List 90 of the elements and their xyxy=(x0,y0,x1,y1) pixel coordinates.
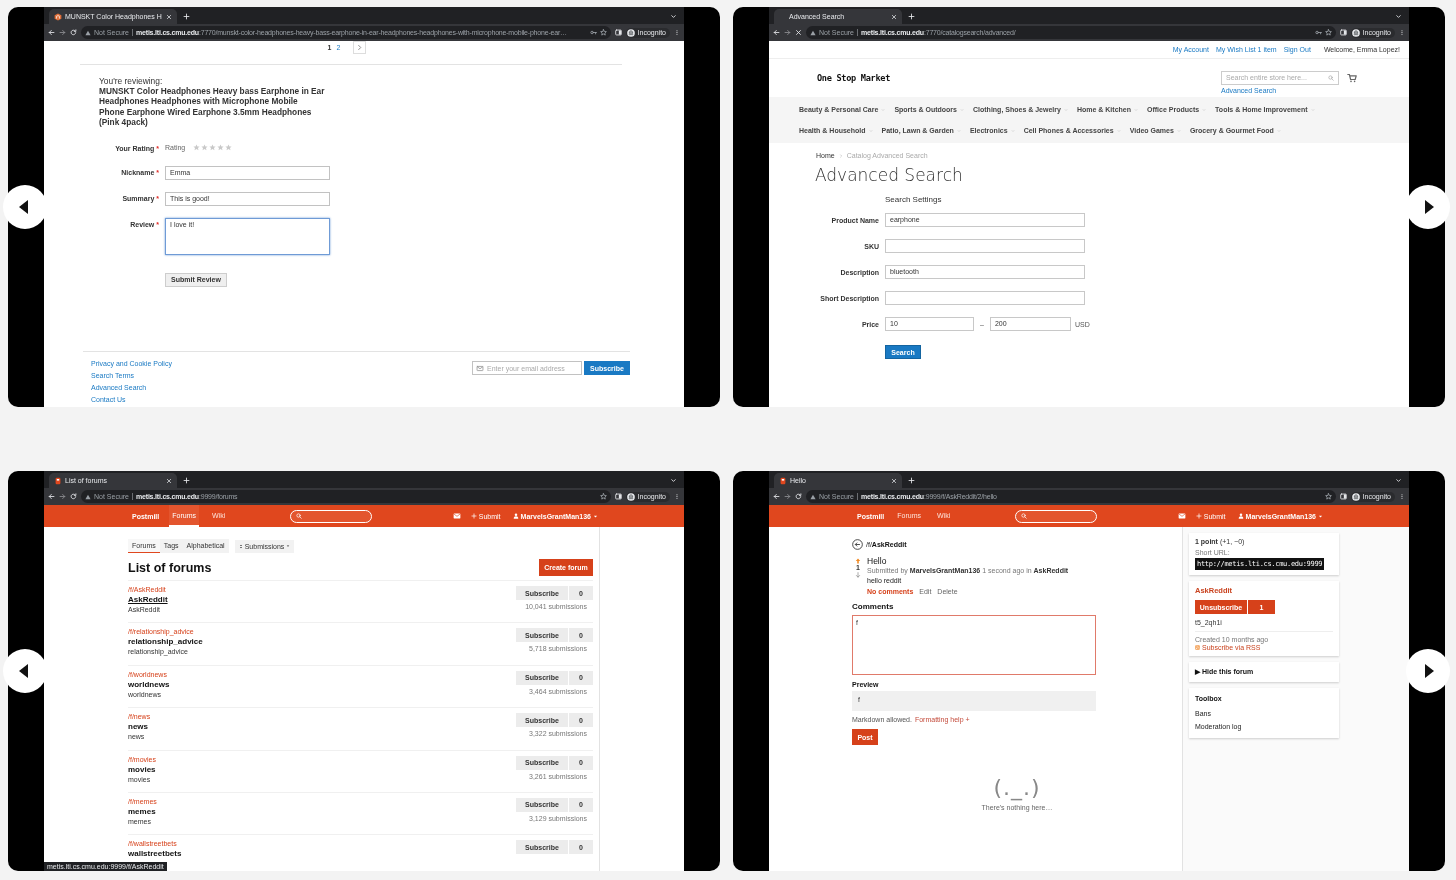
envelope-icon xyxy=(476,364,484,372)
plus-icon xyxy=(1195,513,1202,519)
side-panel-icon[interactable] xyxy=(614,29,622,36)
plus-icon[interactable] xyxy=(908,477,915,484)
star-icon[interactable] xyxy=(217,144,225,152)
section-heading: Search Settings xyxy=(885,195,943,204)
empty-face-text: (._.) xyxy=(993,775,1041,801)
menu-icon[interactable] xyxy=(1399,493,1405,500)
caret-icon xyxy=(593,513,598,519)
warning-icon xyxy=(85,29,91,36)
star-icon[interactable] xyxy=(225,144,233,152)
reviewing-label: You're reviewing: xyxy=(99,76,164,86)
close-icon[interactable] xyxy=(891,477,897,484)
next-button[interactable] xyxy=(1406,649,1450,693)
forward-arrow-icon[interactable] xyxy=(59,493,66,500)
search-field[interactable] xyxy=(290,509,373,523)
search-icon xyxy=(1328,74,1334,81)
page-title: Advanced Search xyxy=(815,165,964,185)
search-field[interactable] xyxy=(1015,509,1098,523)
star-icon[interactable] xyxy=(209,144,217,152)
star-icon[interactable] xyxy=(193,144,201,152)
menu-icon[interactable] xyxy=(1399,29,1405,36)
chevron-right-icon xyxy=(356,44,364,51)
star-icon[interactable] xyxy=(1324,29,1332,36)
page-title: List of forums xyxy=(128,560,212,575)
close-icon[interactable] xyxy=(891,13,897,20)
star-icon[interactable] xyxy=(1324,493,1332,500)
forum-name-link[interactable]: relationship_advice xyxy=(128,636,203,648)
product-name: MUNSKT Color Headphones Heavy bass Earphone in Ear Headphones Headphones with Microphone Mobile Phone Earphone Wired Earphone 3.5mm Headphones (Pink 4pack) xyxy=(99,86,325,128)
text-input[interactable] xyxy=(885,239,1085,253)
text-input[interactable] xyxy=(885,291,1085,305)
star-icon[interactable] xyxy=(201,144,209,152)
star-icon[interactable] xyxy=(599,493,607,500)
post-title[interactable]: Hello xyxy=(867,556,1069,567)
incognito-icon xyxy=(1351,492,1360,501)
star-rating[interactable] xyxy=(193,144,233,152)
chevron-down-icon[interactable] xyxy=(670,477,677,484)
menu-icon[interactable] xyxy=(674,29,680,36)
plus-icon[interactable] xyxy=(908,13,915,20)
previous-button[interactable] xyxy=(3,185,47,229)
back-arrow-icon[interactable] xyxy=(852,539,863,550)
reload-icon[interactable] xyxy=(70,29,77,36)
key-icon[interactable] xyxy=(1314,29,1322,36)
forum-name-link[interactable]: movies xyxy=(128,763,156,775)
warning-icon xyxy=(810,493,816,500)
side-panel-icon[interactable] xyxy=(614,493,622,500)
comments-heading: Comments xyxy=(852,602,894,611)
rss-icon xyxy=(1195,645,1200,650)
reload-icon[interactable] xyxy=(795,493,802,500)
forum-name-link[interactable]: AskReddit xyxy=(128,594,168,605)
plus-icon xyxy=(470,513,477,519)
mail-icon[interactable] xyxy=(1177,512,1186,520)
forward-arrow-icon[interactable] xyxy=(59,29,66,36)
close-icon[interactable] xyxy=(166,477,172,484)
warning-icon xyxy=(810,29,816,36)
forward-arrow-icon[interactable] xyxy=(784,29,791,36)
forum-name-link[interactable]: news xyxy=(128,721,151,733)
incognito-icon xyxy=(626,492,635,501)
forum-name-link[interactable]: worldnews xyxy=(128,678,170,690)
search-icon xyxy=(1021,513,1028,519)
close-icon[interactable] xyxy=(166,13,172,20)
star-icon[interactable] xyxy=(599,29,607,36)
incognito-icon xyxy=(626,28,635,37)
cart-icon[interactable] xyxy=(1347,72,1357,83)
plus-icon[interactable] xyxy=(183,477,190,484)
chevron-down-icon[interactable] xyxy=(1395,13,1402,20)
caret-icon xyxy=(1318,513,1323,519)
warning-icon xyxy=(85,493,91,500)
mail-icon[interactable] xyxy=(452,512,461,520)
plus-icon[interactable] xyxy=(183,13,190,20)
chevron-down-icon[interactable] xyxy=(1395,477,1402,484)
forward-arrow-icon[interactable] xyxy=(784,493,791,500)
user-icon xyxy=(1237,513,1244,519)
user-icon xyxy=(512,513,519,519)
forum-name-link[interactable]: wallstreetbets xyxy=(128,848,182,860)
previous-button[interactable] xyxy=(3,649,47,693)
chevron-right-icon xyxy=(838,153,843,158)
incognito-icon xyxy=(1351,28,1360,37)
menu-icon[interactable] xyxy=(674,493,680,500)
reload-icon[interactable] xyxy=(70,493,77,500)
forum-name-link[interactable]: memes xyxy=(128,805,157,817)
sort-icon xyxy=(238,543,243,549)
side-panel-icon[interactable] xyxy=(1339,493,1347,500)
store-logo[interactable]: One Stop Market xyxy=(817,73,891,83)
search-icon xyxy=(296,513,303,519)
key-icon[interactable] xyxy=(589,29,597,36)
stop-icon[interactable] xyxy=(795,29,802,36)
side-panel-icon[interactable] xyxy=(1339,29,1347,36)
next-button[interactable] xyxy=(1406,185,1450,229)
chevron-down-icon[interactable] xyxy=(670,13,677,20)
